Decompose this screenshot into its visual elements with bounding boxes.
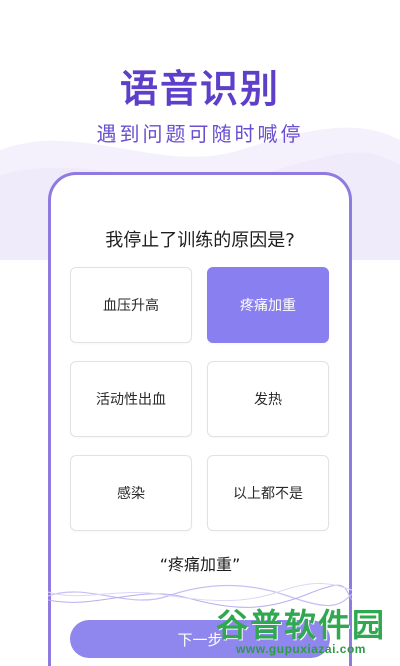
- site-watermark: 谷普软件园 www.gupuxiazai.com: [208, 600, 394, 662]
- option-label: 感染: [117, 486, 145, 502]
- option-label: 血压升高: [103, 298, 159, 314]
- hero-subtitle: 遇到问题可随时喊停: [96, 122, 304, 146]
- option-label: 以上都不是: [233, 486, 303, 502]
- recognized-answer: “疼痛加重”: [159, 555, 241, 574]
- hero-title: 语音识别: [119, 67, 280, 111]
- option-label: 活动性出血: [96, 392, 166, 408]
- option-active-bleeding[interactable]: 活动性出血: [70, 361, 192, 437]
- option-label: 发热: [254, 392, 282, 408]
- option-none-of-above[interactable]: 以上都不是: [207, 455, 329, 531]
- option-label: 疼痛加重: [240, 298, 296, 314]
- watermark-logo-text: 谷普软件园: [215, 606, 386, 644]
- watermark-url: www.gupuxiazai.com: [236, 642, 366, 656]
- question-text: 我停止了训练的原因是?: [105, 230, 295, 251]
- option-infection[interactable]: 感染: [70, 455, 192, 531]
- option-blood-pressure-rise[interactable]: 血压升高: [70, 267, 192, 343]
- option-pain-increase[interactable]: 疼痛加重: [207, 267, 329, 343]
- option-fever[interactable]: 发热: [207, 361, 329, 437]
